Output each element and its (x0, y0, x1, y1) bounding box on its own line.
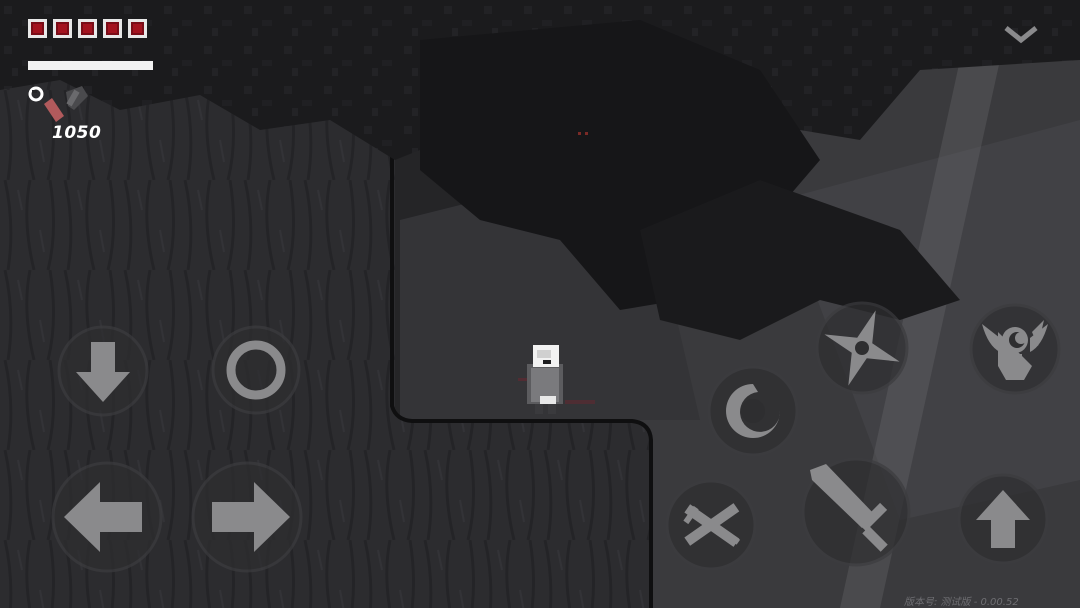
move-left-button[interactable] (50, 460, 164, 574)
version-label: 版本号: 测试版 - 0.00.52 (904, 597, 1019, 608)
interact-button[interactable] (210, 324, 302, 416)
creature-eye (585, 132, 588, 135)
parry-button[interactable] (664, 478, 758, 572)
stamina-bar (28, 61, 153, 70)
special-button[interactable] (968, 302, 1062, 396)
health-pip (53, 19, 72, 38)
move-right-button[interactable] (190, 460, 304, 574)
health-bar (28, 19, 147, 38)
menu-toggle-button[interactable] (1002, 22, 1040, 46)
health-pip (28, 19, 47, 38)
attack-button[interactable] (800, 456, 912, 568)
jump-button[interactable] (956, 472, 1050, 566)
chevron-down-icon (1004, 26, 1038, 44)
health-pip (103, 19, 122, 38)
health-pip (128, 19, 147, 38)
dodge-button[interactable] (706, 364, 800, 458)
ammo-count: 1050 (52, 123, 102, 143)
creature-eye (578, 132, 581, 135)
move-down-button[interactable] (56, 324, 150, 418)
health-pip (78, 19, 97, 38)
throw-button[interactable] (814, 300, 910, 396)
